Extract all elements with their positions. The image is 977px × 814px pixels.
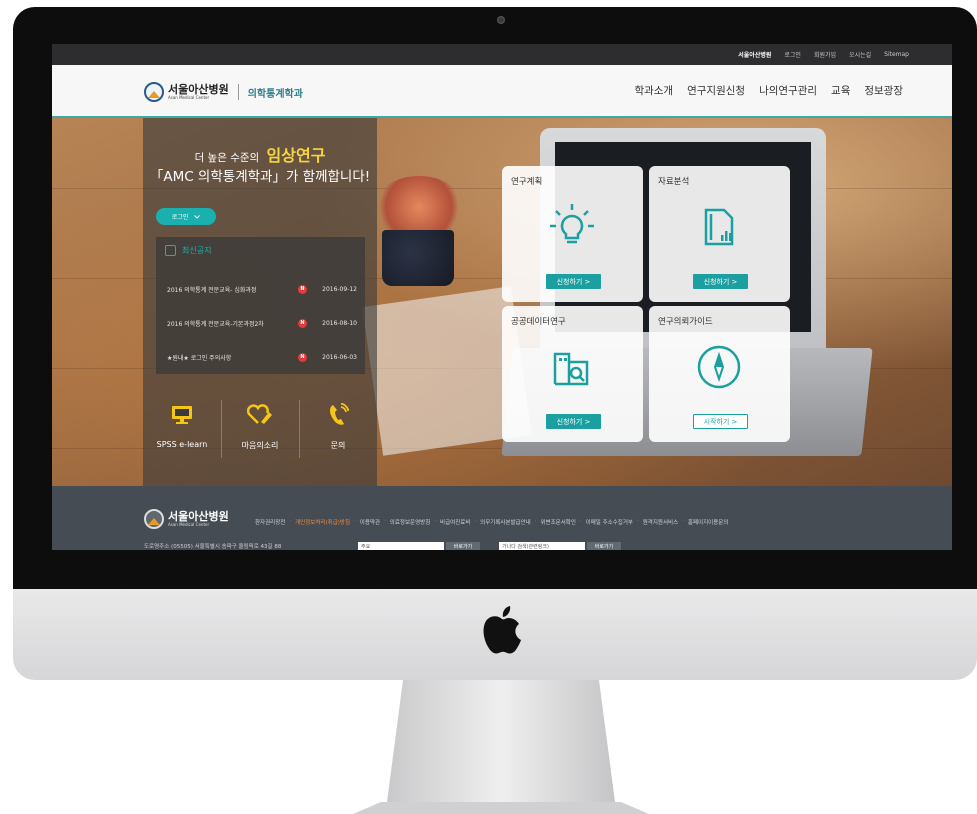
tagline-highlight: 임상연구 [266,146,326,165]
new-badge: N [298,318,307,328]
footer-link[interactable]: 홈페이지이용문의 [688,518,728,526]
screen: 서울아산병원 로그인 회원가입 오시는길 Sitemap 서울아산병원 Asan… [52,44,952,550]
footer-link-privacy[interactable]: 개인정보처리(취급)방침 [295,518,350,526]
go-button[interactable]: 바로가기 [446,542,480,550]
building-search-icon [553,352,589,386]
hero: 더 높은 수준의 임상연구 「AMC 의학통계학과」가 함께합니다! 로그인 최… [52,118,952,486]
apply-button[interactable]: 신청하기 > [546,414,601,429]
menu-item-about[interactable]: 학과소개 [634,83,673,98]
footer-links: 환자권리장전 · 개인정보처리(취급)방침 · 이용약관 · 의료정보운영방침 · 비급… [255,518,729,526]
lightbulb-icon [550,204,594,244]
camera-icon [497,16,505,24]
footer-link[interactable]: 위변조문서확인 [541,518,576,526]
utility-bar: 서울아산병원 로그인 회원가입 오시는길 Sitemap [52,44,952,65]
card-research-guide[interactable]: 연구의뢰가이드 시작하기 > [649,306,790,442]
chevron-down-icon [194,214,201,219]
notice-icon [165,245,176,256]
logo-english: Asan Medical Center [168,95,210,100]
quick-link-voice[interactable]: 마음의소리 [221,402,299,451]
menu-item-my-research[interactable]: 나의연구관리 [759,83,817,98]
footer-link[interactable]: 의료정보운영방침 [390,518,430,526]
logo[interactable]: 서울아산병원 Asan Medical Center 의학통계학과 [144,82,303,102]
footer-link[interactable]: 원격지원서비스 [643,518,678,526]
related-site-select[interactable]: 가나다 검색(관련링크) [499,542,585,550]
notice-title[interactable]: 최신공지 [182,245,211,256]
footer-link[interactable]: 비급여진료비 [440,518,470,526]
header: 서울아산병원 Asan Medical Center 의학통계학과 학과소개 연… [52,65,952,118]
footer-link[interactable]: 이용약관 [360,518,380,526]
notice-board: 최신공지 2016 의학통계 전문교육- 심화과정 N 2016-09-12 2… [156,237,365,374]
monitor-icon [172,406,192,424]
footer-logo[interactable]: 서울아산병원 Asan Medical Center [144,509,229,529]
phone-icon [330,403,349,425]
go-button[interactable]: 바로가기 [587,542,621,550]
footer-link[interactable]: 환자권리장전 [255,518,285,526]
menu-item-research-support[interactable]: 연구지원신청 [687,83,745,98]
heart-pen-icon [247,404,272,424]
hospital-emblem-icon [144,509,164,529]
quick-link-contact[interactable]: 문의 [299,402,377,451]
family-site-select[interactable]: 주요 [358,542,444,550]
intro-panel: 더 높은 수준의 임상연구 「AMC 의학통계학과」가 함께합니다! 로그인 최… [143,118,377,486]
notice-date: 2016-06-03 [322,353,357,361]
card-public-data[interactable]: 공공데이터연구 신청하기 > [502,306,643,442]
footer: 서울아산병원 Asan Medical Center 환자권리장전 · 개인정보처… [52,486,952,550]
tagline-sub: 더 높은 수준의 임상연구 [194,146,326,165]
logo-divider [237,84,239,100]
notice-item[interactable]: ★원내★ 로그인 주의사항 N 2016-06-03 [167,350,357,364]
login-dropdown-button[interactable]: 로그인 [156,208,216,225]
pot-photo [382,230,454,286]
apply-button[interactable]: 신청하기 > [546,274,601,289]
new-badge: N [298,284,307,294]
main-menu: 학과소개 연구지원신청 나의연구관리 교육 정보광장 [634,83,903,98]
util-link-join[interactable]: 회원가입 [814,50,836,59]
util-link-hospital[interactable]: 서울아산병원 [738,50,771,59]
menu-item-info[interactable]: 정보광장 [864,83,903,98]
notice-item[interactable]: 2016 의학통계 전문교육-기본과정2차 N 2016-08-10 [167,316,357,330]
util-link-sitemap[interactable]: Sitemap [884,51,909,58]
flower-photo [374,176,464,238]
footer-link[interactable]: 의무기록사본발급안내 [480,518,531,526]
notice-date: 2016-08-10 [322,319,357,327]
hospital-emblem-icon [144,82,164,102]
tagline-main: 「AMC 의학통계학과」가 함께합니다! [149,169,371,185]
card-research-plan[interactable]: 연구계획 신청하기 > [502,166,643,302]
apple-logo-icon [483,606,521,654]
compass-icon [697,345,741,389]
card-data-analysis[interactable]: 자료분석 신청하기 > [649,166,790,302]
util-link-directions[interactable]: 오시는길 [849,50,871,59]
footer-address: 도로명주소 (05505) 서울특별시 송파구 올림픽로 43길 88 [144,544,282,550]
menu-item-education[interactable]: 교육 [831,83,850,98]
util-link-login[interactable]: 로그인 [784,50,801,59]
imac-stand [353,680,649,814]
notice-date: 2016-09-12 [322,285,357,293]
notice-item[interactable]: 2016 의학통계 전문교육- 심화과정 N 2016-09-12 [167,282,357,296]
start-button[interactable]: 시작하기 > [693,414,748,429]
dept-name[interactable]: 의학통계학과 [248,85,303,100]
quick-link-spss[interactable]: SPSS e-learn [143,402,221,449]
new-badge: N [298,352,307,362]
logo-korean: 서울아산병원 [168,83,229,96]
apply-button[interactable]: 신청하기 > [693,274,748,289]
document-chart-icon [704,208,734,246]
footer-link[interactable]: 이메일 주소수집거부 [586,518,633,526]
